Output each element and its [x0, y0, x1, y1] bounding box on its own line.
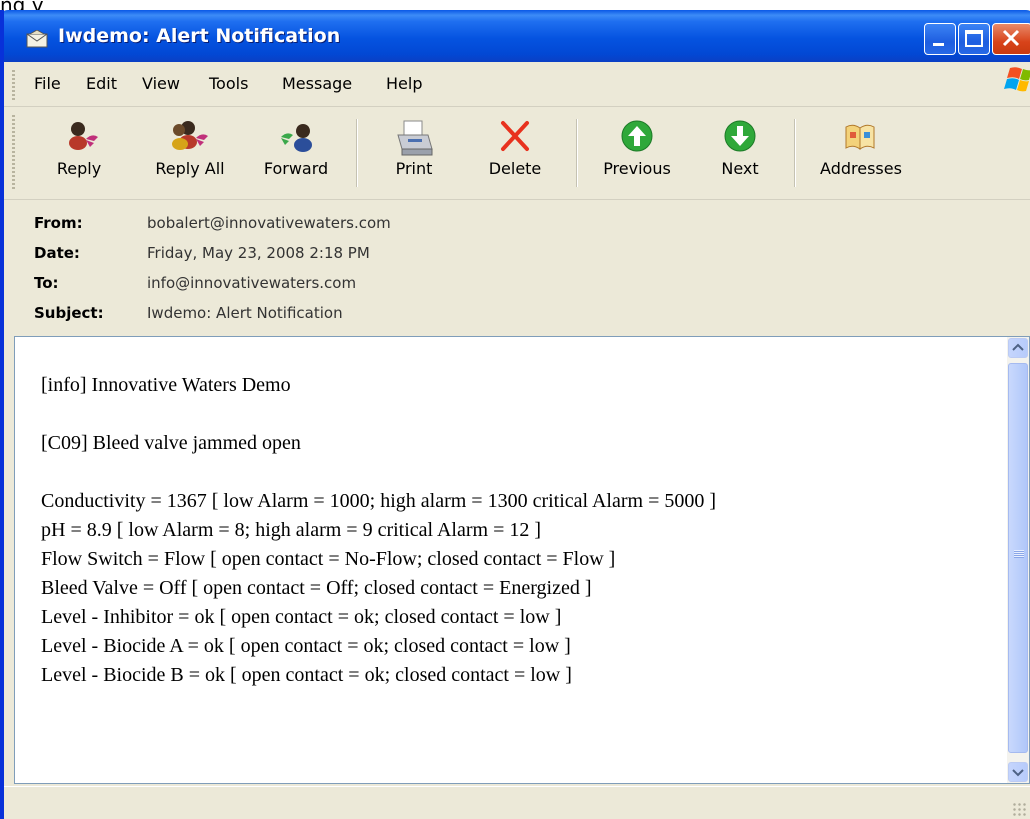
maximize-button[interactable] [958, 23, 990, 55]
from-value: bobalert@innovativewaters.com [147, 214, 391, 232]
reading-line: pH = 8.9 [ low Alarm = 8; high alarm = 9… [41, 519, 542, 541]
scroll-grip [1014, 550, 1024, 558]
toolbar-separator [356, 119, 358, 187]
status-bar [4, 786, 1030, 819]
addresses-label: Addresses [820, 159, 902, 178]
forward-icon [281, 124, 312, 152]
previous-button[interactable]: Previous [590, 107, 684, 199]
print-label: Print [395, 159, 433, 178]
subject-label: Subject: [34, 304, 104, 322]
message-line: [info] Innovative Waters Demo [41, 374, 291, 396]
reading-line: Conductivity = 1367 [ low Alarm = 1000; … [41, 490, 717, 512]
window-title: Iwdemo: Alert Notification [58, 25, 341, 47]
toolbar-separator [794, 119, 796, 187]
print-button[interactable]: Print [376, 107, 452, 199]
menu-tools[interactable]: Tools [209, 74, 248, 93]
menu-grip [12, 70, 15, 100]
reading-line: Level - Biocide A = ok [ open contact = … [41, 635, 571, 657]
menu-file[interactable]: File [34, 74, 61, 93]
date-label: Date: [34, 244, 80, 262]
reply-all-label: Reply All [155, 159, 225, 178]
forward-button[interactable]: Forward [254, 107, 338, 199]
title-bar[interactable]: Iwdemo: Alert Notification [4, 10, 1030, 62]
previous-label: Previous [603, 159, 671, 178]
delete-label: Delete [488, 159, 542, 178]
menu-help[interactable]: Help [386, 74, 422, 93]
down-arrow-icon [724, 120, 756, 152]
message-body[interactable]: [info] Innovative Waters Demo [C09] Blee… [14, 336, 1030, 784]
message-text: [info] Innovative Waters Demo [C09] Blee… [41, 371, 716, 690]
resize-grip[interactable] [1012, 802, 1026, 816]
toolbar-grip [12, 115, 15, 189]
minimize-icon [933, 43, 944, 46]
reply-all-icon [172, 121, 208, 150]
reply-all-button[interactable]: Reply All [140, 107, 240, 199]
reading-line: Level - Inhibitor = ok [ open contact = … [41, 606, 562, 628]
close-icon [1002, 29, 1020, 47]
email-window: Iwdemo: Alert Notification File Edit Vie… [0, 10, 1030, 819]
printer-icon [397, 120, 433, 156]
up-arrow-icon [621, 120, 653, 152]
reply-button[interactable]: Reply [36, 107, 122, 199]
reading-line: Level - Biocide B = ok [ open contact = … [41, 664, 572, 686]
date-value: Friday, May 23, 2008 2:18 PM [147, 244, 370, 262]
menu-message[interactable]: Message [282, 74, 352, 93]
envelope-icon [26, 30, 48, 48]
addresses-button[interactable]: Addresses [808, 107, 914, 199]
vertical-scrollbar[interactable] [1007, 337, 1029, 783]
scroll-up-button[interactable] [1008, 338, 1028, 358]
toolbar: Reply Reply All Forward Print Delete Pre… [4, 107, 1030, 200]
menu-bar: File Edit View Tools Message Help [4, 62, 1030, 107]
reply-icon [69, 122, 98, 150]
toolbar-separator [576, 119, 578, 187]
subject-value: Iwdemo: Alert Notification [147, 304, 343, 322]
message-line: [C09] Bleed valve jammed open [41, 432, 301, 454]
next-button[interactable]: Next [704, 107, 776, 199]
next-label: Next [721, 159, 759, 178]
close-button[interactable] [992, 23, 1030, 55]
minimize-button[interactable] [924, 23, 956, 55]
scroll-thumb[interactable] [1008, 363, 1028, 753]
address-book-icon [845, 124, 875, 150]
menu-view[interactable]: View [142, 74, 180, 93]
chevron-up-icon [1012, 343, 1024, 351]
reading-line: Bleed Valve = Off [ open contact = Off; … [41, 577, 592, 599]
message-headers: From: bobalert@innovativewaters.com Date… [4, 200, 1030, 336]
to-value: info@innovativewaters.com [147, 274, 357, 292]
reply-label: Reply [56, 159, 102, 178]
menu-edit[interactable]: Edit [86, 74, 117, 93]
maximize-icon [965, 30, 983, 47]
windows-logo-icon [1004, 67, 1030, 92]
to-label: To: [34, 274, 59, 292]
forward-label: Forward [263, 159, 329, 178]
delete-button[interactable]: Delete [474, 107, 556, 199]
delete-x-icon [501, 121, 529, 151]
scroll-down-button[interactable] [1008, 762, 1028, 782]
from-label: From: [34, 214, 83, 232]
reading-line: Flow Switch = Flow [ open contact = No-F… [41, 548, 616, 570]
chevron-down-icon [1012, 769, 1024, 777]
